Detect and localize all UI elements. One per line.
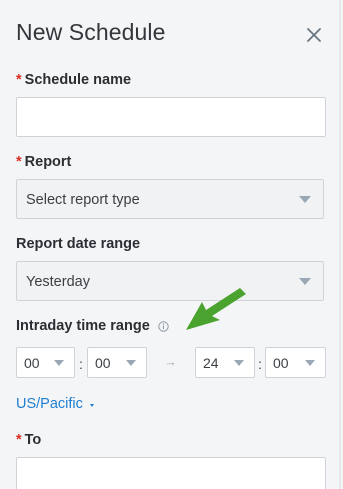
schedule-name-label: * Schedule name — [16, 72, 132, 88]
green-arrow-annotation — [186, 288, 246, 330]
required-mark: * — [16, 72, 22, 88]
chevron-down-icon — [90, 404, 94, 407]
end-minute-select[interactable]: 00 — [265, 347, 326, 378]
time-separator: : — [79, 356, 83, 372]
report-type-select[interactable]: Select report type — [16, 179, 324, 219]
report-date-range-label: Report date range — [16, 236, 141, 252]
chevron-down-icon — [299, 278, 311, 285]
required-mark: * — [16, 154, 22, 170]
chevron-down-icon — [234, 360, 244, 366]
report-type-value: Select report type — [26, 192, 140, 208]
timezone-link[interactable]: US/Pacific — [16, 396, 83, 412]
report-label: * Report — [16, 154, 72, 170]
start-minute-select[interactable]: 00 — [87, 347, 147, 378]
report-date-range-select[interactable]: Yesterday — [16, 261, 324, 301]
chevron-down-icon — [305, 360, 315, 366]
report-date-range-value: Yesterday — [26, 274, 90, 290]
page-title: New Schedule — [16, 19, 166, 45]
chevron-down-icon — [126, 360, 136, 366]
close-icon[interactable] — [305, 26, 323, 44]
end-hour-select[interactable]: 24 — [195, 347, 255, 378]
chevron-down-icon — [299, 196, 311, 203]
schedule-name-input[interactable] — [16, 97, 326, 137]
info-icon[interactable] — [158, 321, 169, 332]
time-separator: : — [258, 356, 262, 372]
range-arrow: → — [164, 354, 177, 369]
to-input[interactable] — [16, 457, 326, 489]
chevron-down-icon — [54, 360, 64, 366]
intraday-time-range-label: Intraday time range — [16, 318, 150, 334]
start-hour-select[interactable]: 00 — [16, 347, 75, 378]
new-schedule-panel: New Schedule * Schedule name * Report Sele… — [0, 0, 341, 489]
required-mark: * — [16, 432, 22, 448]
to-label: * To — [16, 432, 42, 448]
